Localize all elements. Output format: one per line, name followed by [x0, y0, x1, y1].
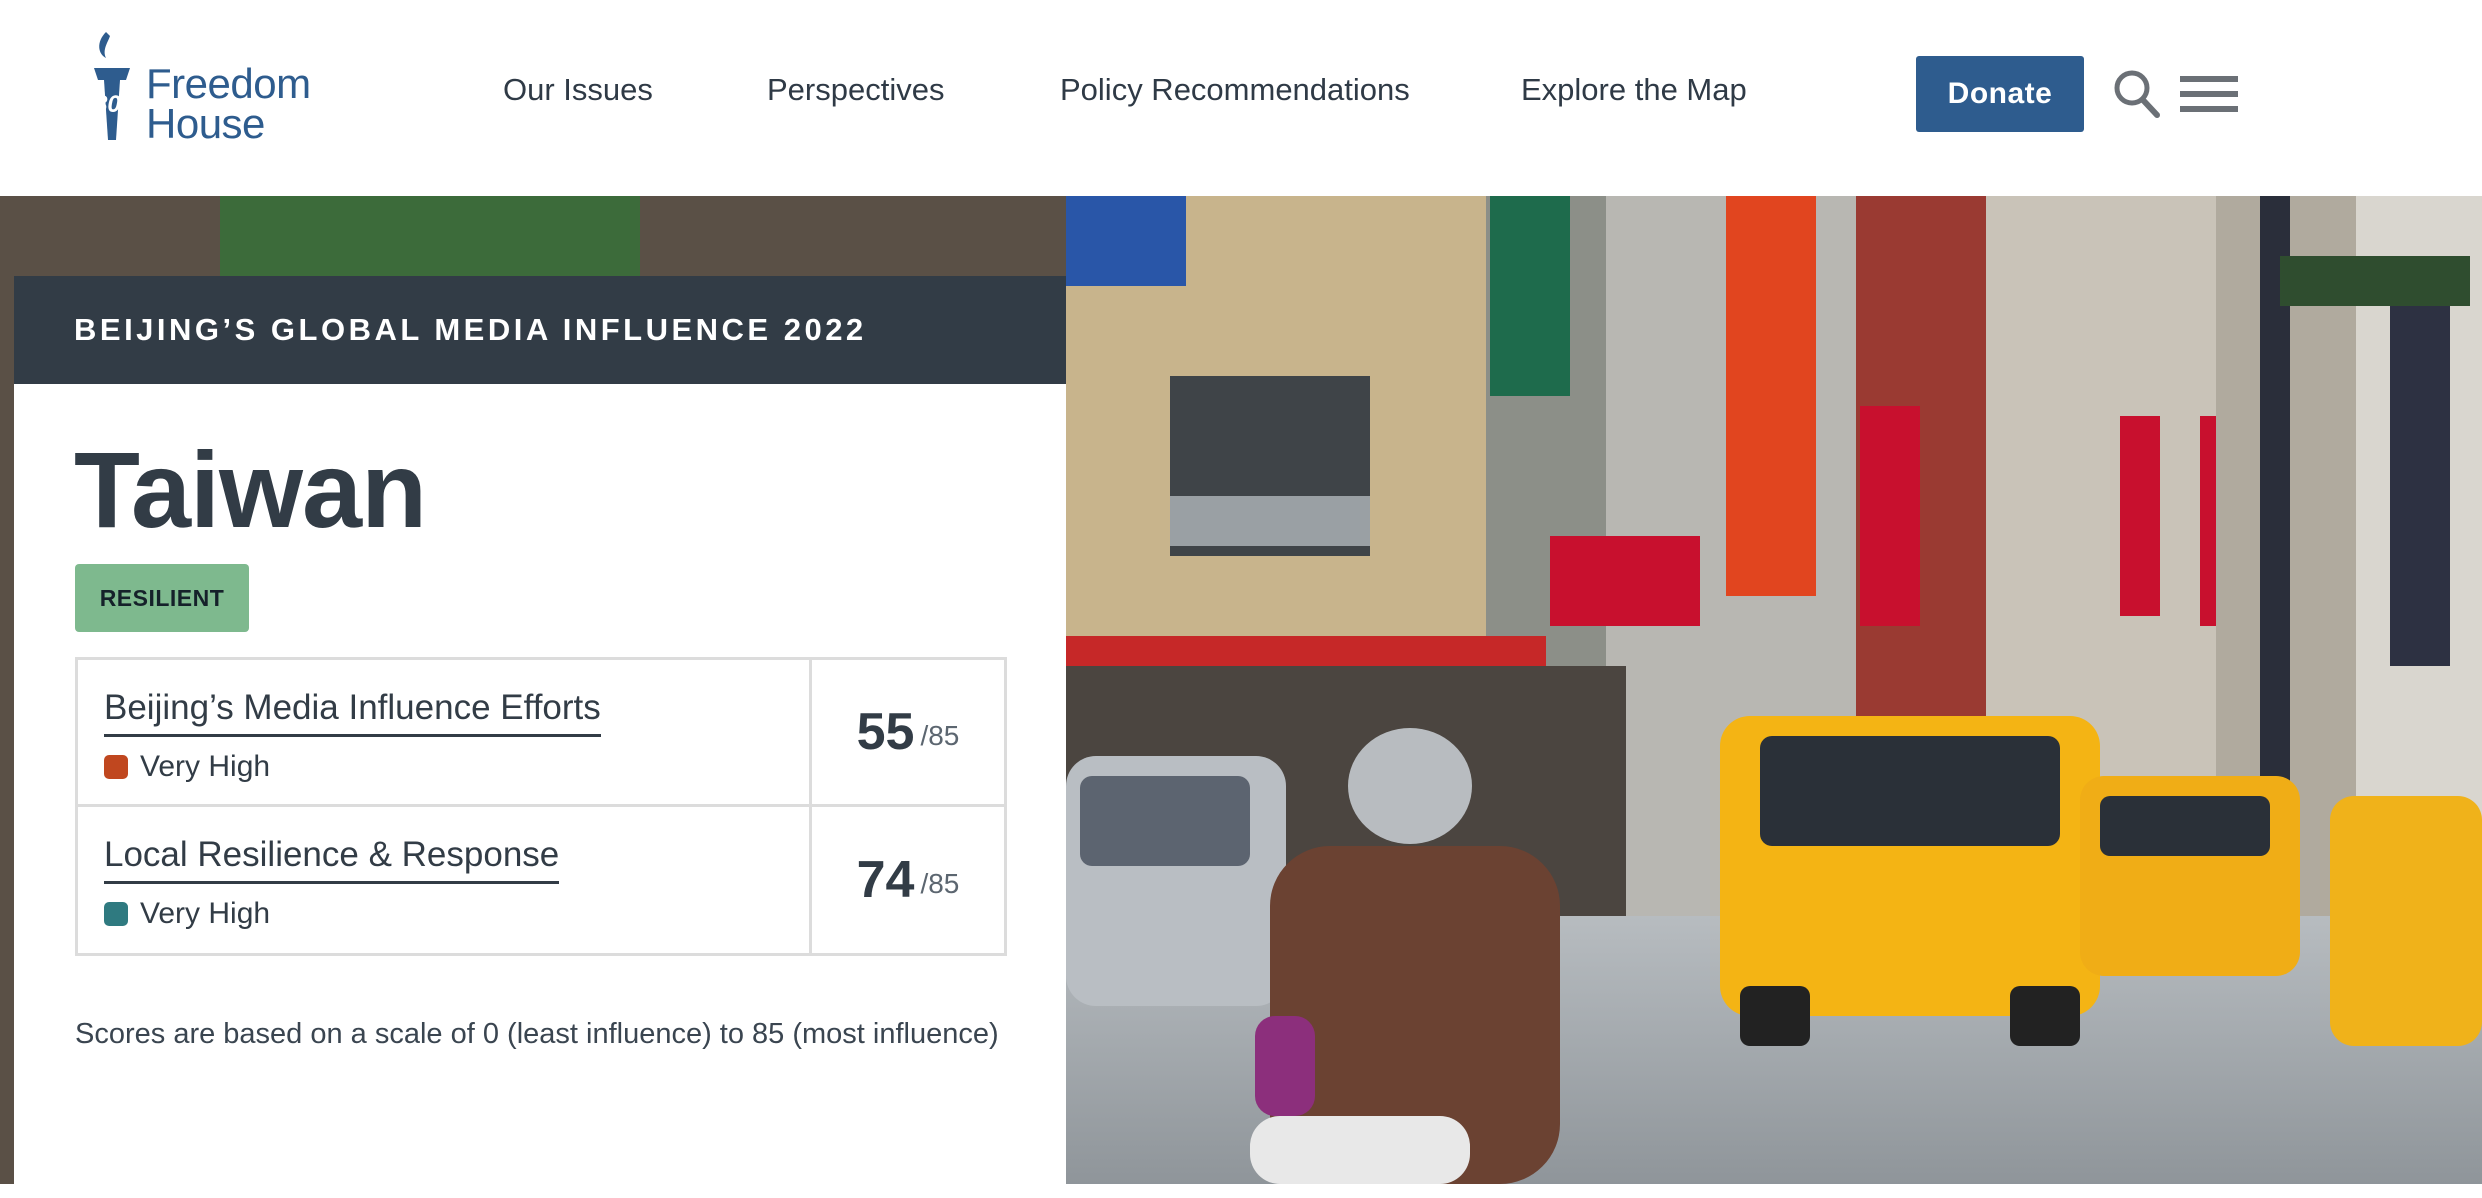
country-title: Taiwan [74, 429, 427, 550]
torch-icon: 80 [94, 32, 130, 140]
level-swatch [104, 755, 128, 779]
score-level-text: Very High [140, 750, 271, 783]
score-level-text: Very High [140, 897, 271, 930]
score-level: Very High [104, 897, 270, 931]
logo-text-freedom: Freedom [146, 60, 311, 107]
scale-note: Scores are based on a scale of 0 (least … [75, 1018, 999, 1050]
svg-text:80: 80 [94, 91, 121, 118]
score-title-media-influence-link[interactable]: Beijing’s Media Influence Efforts [104, 688, 601, 737]
report-banner: BEIJING’S GLOBAL MEDIA INFLUENCE 2022 [14, 276, 1066, 384]
level-swatch [104, 902, 128, 926]
score-row: Beijing’s Media Influence Efforts Very H… [78, 660, 1004, 807]
score-level: Very High [104, 750, 270, 784]
score-table: Beijing’s Media Influence Efforts Very H… [75, 657, 1007, 956]
status-badge: RESILIENT [75, 564, 249, 632]
hamburger-menu-icon[interactable] [2180, 76, 2238, 112]
donate-button[interactable]: Donate [1916, 56, 2084, 132]
nav-our-issues[interactable]: Our Issues [503, 72, 653, 108]
search-icon[interactable] [2112, 68, 2160, 118]
score-value: 55 [856, 703, 915, 761]
country-panel: BEIJING’S GLOBAL MEDIA INFLUENCE 2022 Ta… [14, 276, 1066, 1184]
nav-perspectives[interactable]: Perspectives [767, 72, 944, 108]
score-row: Local Resilience & Response Very High 74… [78, 807, 1004, 953]
score-max: /85 [920, 720, 960, 751]
site-header: 80 Freedom House Our Issues Perspectives… [0, 0, 2482, 196]
score-max: /85 [920, 868, 960, 899]
logo-text-house: House [146, 100, 265, 147]
score-value: 74 [856, 851, 915, 909]
nav-explore-the-map[interactable]: Explore the Map [1521, 72, 1747, 108]
freedom-house-logo[interactable]: 80 Freedom House [88, 28, 328, 148]
nav-policy-recommendations[interactable]: Policy Recommendations [1060, 72, 1410, 108]
score-title-local-resilience-link[interactable]: Local Resilience & Response [104, 835, 560, 884]
